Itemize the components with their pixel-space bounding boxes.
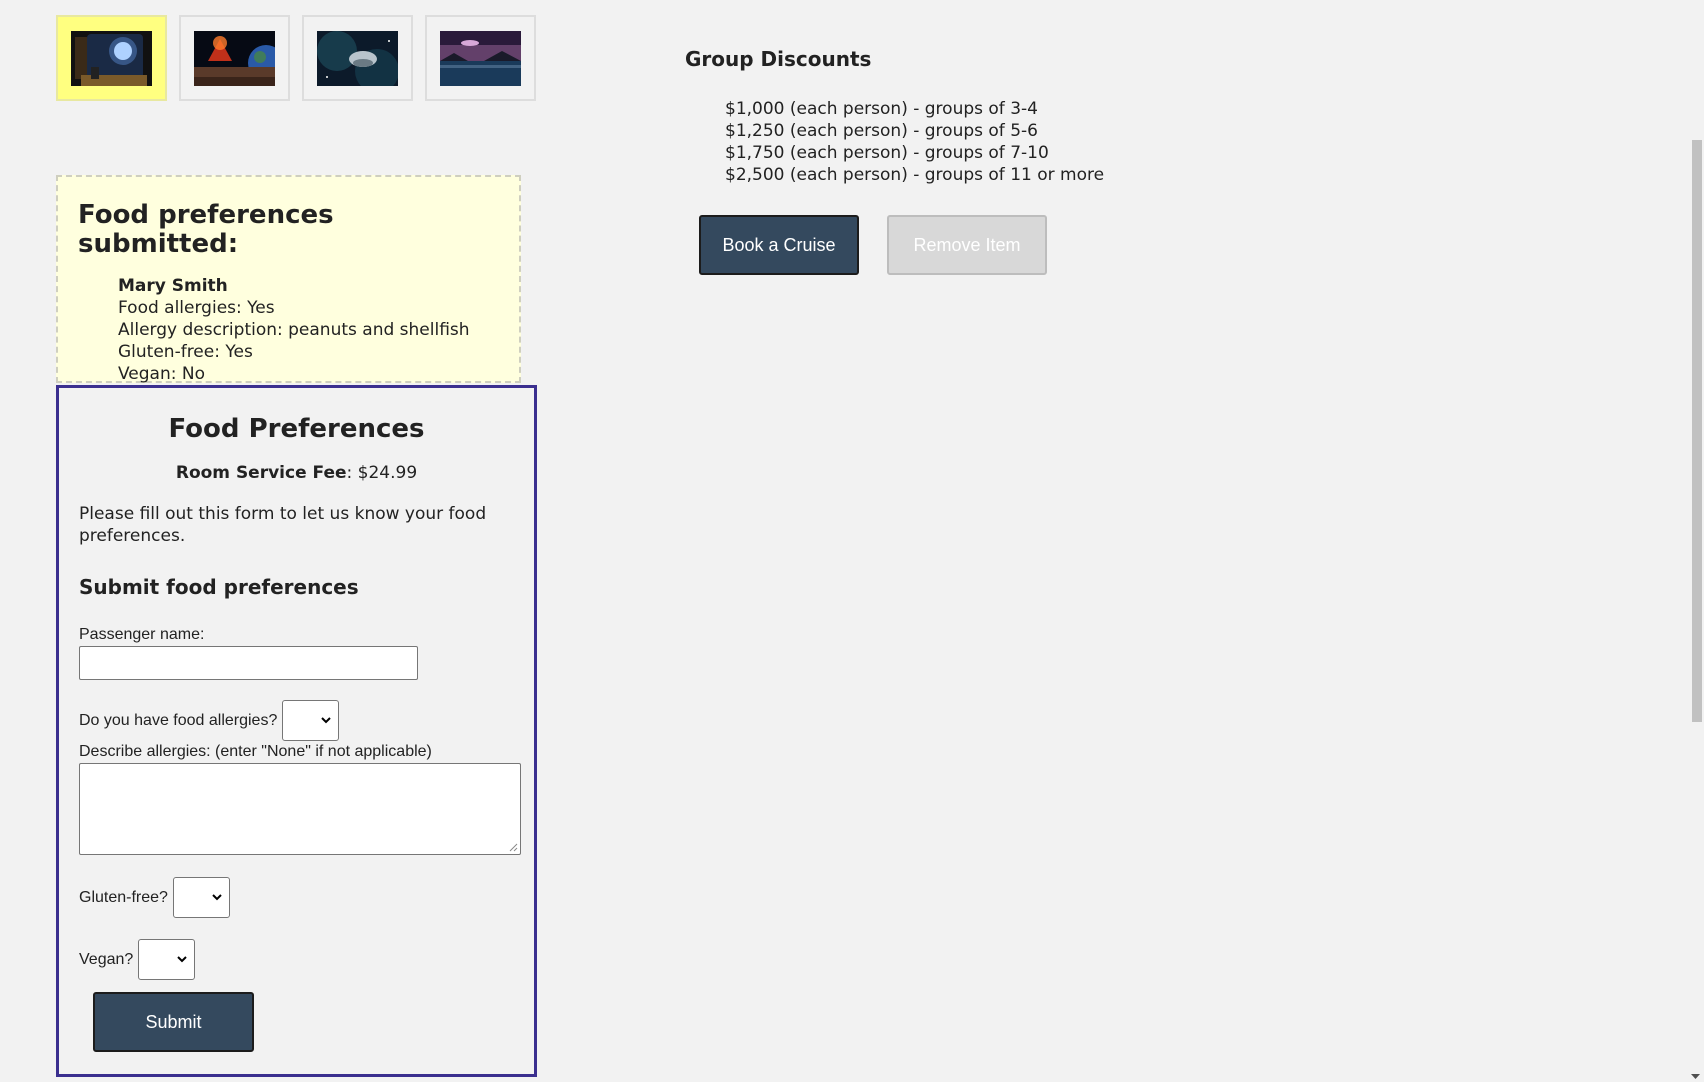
planet-eruption-thumbnail[interactable] [179,15,290,101]
submit-button[interactable]: Submit [93,992,254,1052]
chevron-down-icon [177,956,187,963]
discount-item: $1,250 (each person) - groups of 5-6 [725,121,1038,141]
vegan-row: Vegan? [79,939,514,980]
gluten-free-row: Gluten-free? [79,877,514,918]
chevron-down-icon [321,717,332,724]
submitted-passenger-name: Mary Smith [118,276,228,297]
describe-allergies-label: Describe allergies: (enter "None" if not… [79,743,432,760]
remove-item-button[interactable]: Remove Item [887,215,1047,275]
submitted-details: Mary Smith Food allergies: Yes Allergy d… [118,275,499,385]
chevron-down-icon [212,894,222,901]
scroll-down-arrow-icon[interactable] [1691,1074,1700,1080]
gluten-free-select[interactable] [172,877,230,918]
submitted-vegan: Vegan: No [118,364,206,385]
gluten-free-label: Gluten-free? [79,888,168,906]
book-cruise-button[interactable]: Book a Cruise [699,215,859,275]
group-discounts-list: $1,000 (each person) - groups of 3-4 $1,… [725,98,1104,186]
nebula-ship-thumbnail[interactable] [302,15,413,101]
form-subtitle: Submit food preferences [79,575,359,599]
resize-grip-icon[interactable] [509,843,518,852]
submitted-title: Food preferences submitted: [78,200,334,259]
describe-allergies-textarea[interactable] [79,763,521,855]
room-service-fee: Room Service Fee: $24.99 [79,463,514,483]
vertical-scrollbar[interactable] [1688,0,1704,1082]
allergies-row: Do you have food allergies? [79,700,514,741]
discount-item: $2,500 (each person) - groups of 11 or m… [725,165,1105,185]
discount-item: $1,750 (each person) - groups of 7-10 [725,143,1049,163]
thumbnail-strip [56,15,536,101]
form-intro: Please fill out this form to let us know… [79,504,487,546]
submitted-allergy-description: Allergy description: peanuts and shellfi… [118,320,470,341]
lake-ufo-thumbnail[interactable] [425,15,536,101]
food-preferences-form-panel: Food Preferences Room Service Fee: $24.9… [56,385,537,1077]
group-discounts-title: Group Discounts [685,47,872,71]
submitted-preferences-panel: Food preferences submitted: Mary Smith F… [56,175,521,385]
space-window-image [71,30,152,86]
allergies-label: Do you have food allergies? [79,711,278,729]
lake-ufo-image [440,30,521,86]
submitted-allergies: Food allergies: Yes [118,298,275,319]
vegan-select[interactable] [138,939,196,980]
discount-item: $1,000 (each person) - groups of 3-4 [725,99,1038,119]
submitted-gluten-free: Gluten-free: Yes [118,342,253,363]
passenger-name-label: Passenger name: [79,626,205,643]
vegan-label: Vegan? [79,950,134,968]
space-window-thumbnail[interactable] [56,15,167,101]
planet-eruption-image [194,30,275,86]
allergies-select[interactable] [282,700,340,741]
form-title: Food Preferences [168,414,425,444]
passenger-name-input[interactable] [79,646,418,680]
nebula-ship-image [317,30,398,86]
page: Food preferences submitted: Mary Smith F… [0,0,1704,1082]
scrollbar-thumb[interactable] [1692,140,1702,722]
fee-label: Room Service Fee [175,463,347,483]
fee-value: : $24.99 [346,463,418,483]
